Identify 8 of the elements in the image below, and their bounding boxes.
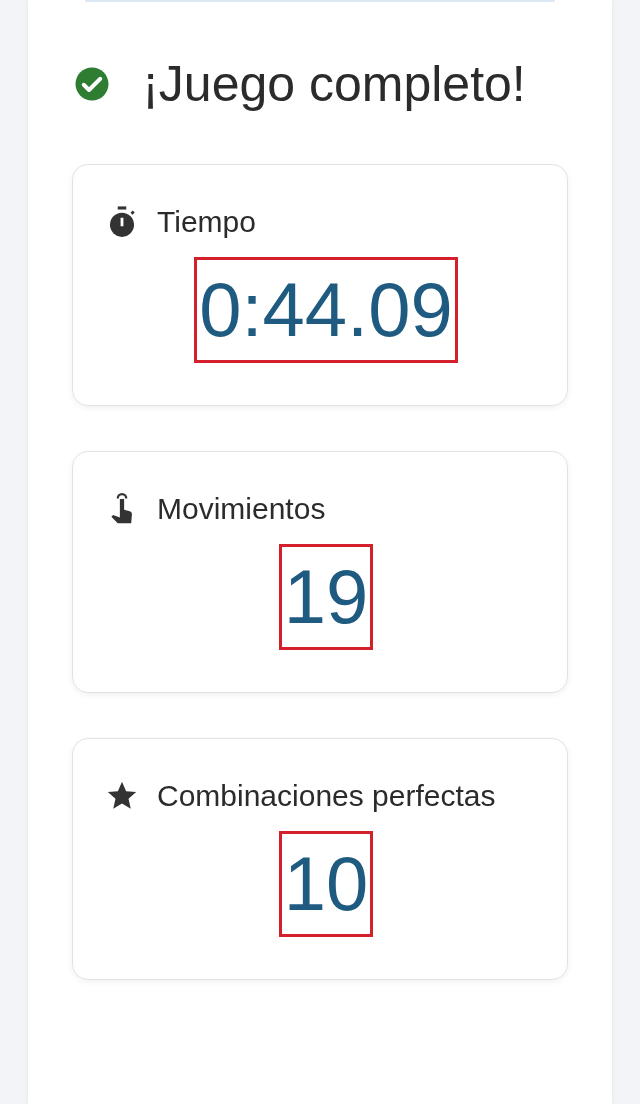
- stat-value: 0:44.09: [194, 257, 458, 363]
- stat-value: 19: [278, 544, 374, 650]
- stat-label: Combinaciones perfectas: [157, 778, 496, 814]
- check-circle-icon: [74, 66, 110, 102]
- stat-label: Movimientos: [157, 491, 326, 527]
- stat-label: Tiempo: [157, 204, 256, 240]
- game-complete-title: ¡Juego completo!: [141, 55, 527, 114]
- stat-value: 10: [278, 831, 374, 937]
